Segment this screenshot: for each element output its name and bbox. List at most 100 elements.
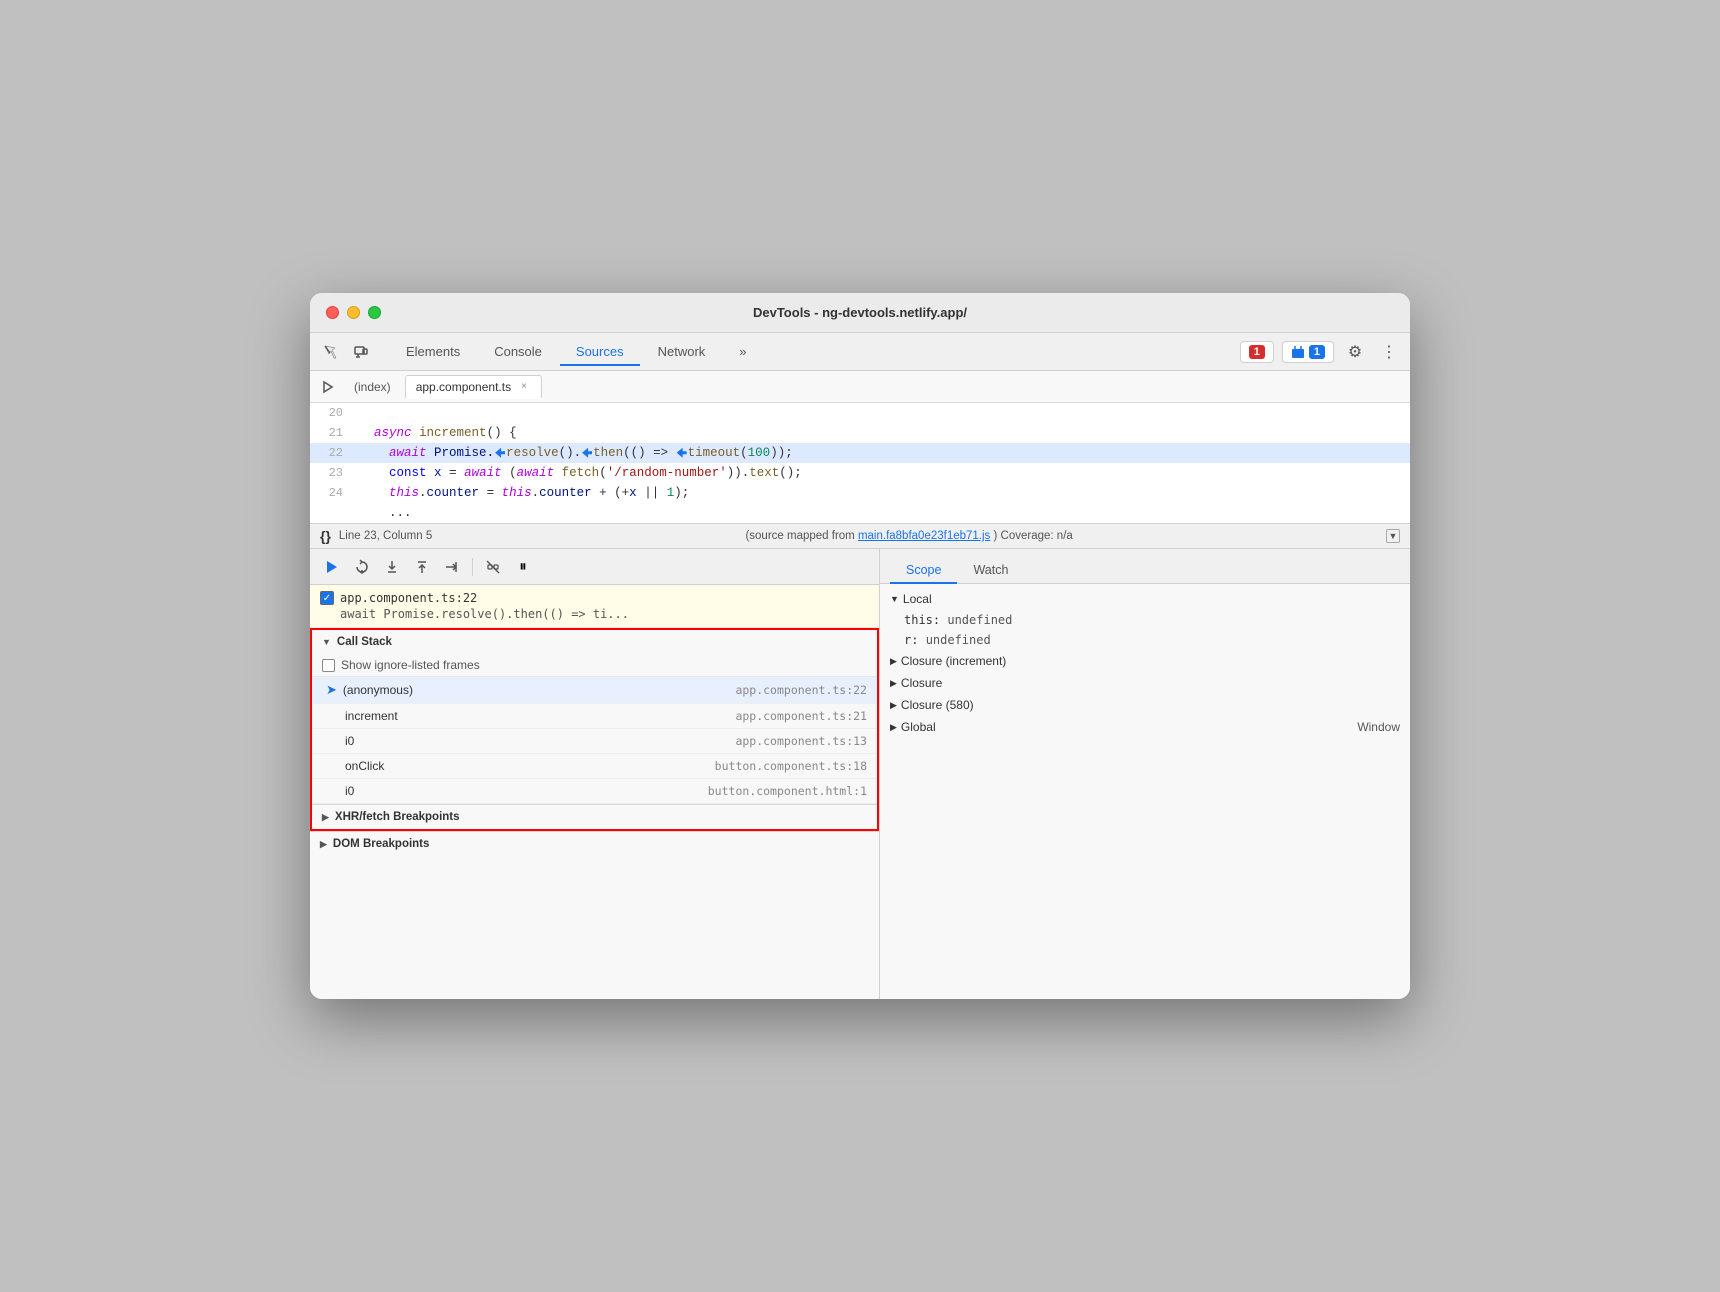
window-title: DevTools - ng-devtools.netlify.app/ [753, 305, 967, 320]
tab-scope[interactable]: Scope [890, 557, 957, 583]
format-icon[interactable]: {} [320, 528, 331, 544]
closure-increment-header[interactable]: ▶ Closure (increment) [880, 650, 1410, 672]
tab-network[interactable]: Network [642, 338, 722, 365]
file-tab-index[interactable]: (index) [344, 376, 401, 398]
dom-breakpoints-label: DOM Breakpoints [333, 838, 430, 850]
breakpoint-filename: app.component.ts:22 [340, 591, 477, 605]
call-stack-label: Call Stack [337, 636, 392, 648]
code-editor: 20 21 async increment() { 22 await Promi… [310, 403, 1410, 523]
source-map-link[interactable]: main.fa8bfa0e23f1eb71.js [858, 530, 990, 542]
global-value: Window [1357, 720, 1400, 734]
xhr-breakpoints-header[interactable]: ▶ XHR/fetch Breakpoints [312, 804, 877, 829]
file-nav-icon[interactable] [318, 376, 340, 398]
call-stack-item-4[interactable]: i0 button.component.html:1 [312, 779, 877, 804]
debug-divider [472, 558, 473, 576]
call-stack-item-1[interactable]: increment app.component.ts:21 [312, 704, 877, 729]
minimize-button[interactable] [347, 306, 360, 319]
deactivate-breakpoints-button[interactable] [481, 555, 505, 579]
more-icon[interactable]: ⋮ [1376, 339, 1402, 365]
scope-key-r: r: [904, 633, 926, 647]
closure-arrow-icon: ▶ [890, 678, 897, 689]
closure-increment-label: Closure (increment) [901, 654, 1006, 668]
tab-watch[interactable]: Watch [957, 557, 1024, 583]
left-panel: ⏸ ✓ app.component.ts:22 await Promise.re… [310, 549, 880, 999]
cs-location-1: app.component.ts:21 [735, 709, 867, 723]
ignore-frames-checkbox[interactable] [322, 659, 335, 672]
global-group[interactable]: ▶ Global Window [880, 716, 1410, 738]
cs-location-3: button.component.ts:18 [715, 759, 867, 773]
status-bar: {} Line 23, Column 5 (source mapped from… [310, 523, 1410, 549]
scope-val-this: undefined [947, 613, 1012, 627]
file-tab-component[interactable]: app.component.ts × [405, 375, 542, 399]
source-map-text: (source mapped from [745, 530, 858, 542]
pause-button[interactable]: ⏸ [511, 555, 535, 579]
error-badge-button[interactable]: 1 [1240, 341, 1274, 363]
cs-location-2: app.component.ts:13 [735, 734, 867, 748]
tab-more[interactable]: » [723, 338, 762, 365]
line-content-21: async increment() { [355, 423, 1410, 443]
step-out-button[interactable] [410, 555, 434, 579]
tab-elements[interactable]: Elements [390, 338, 476, 365]
local-arrow-icon: ▼ [890, 594, 899, 604]
device-icon[interactable] [348, 339, 374, 365]
toolbar-right: 1 1 ⚙ ⋮ [1240, 339, 1402, 365]
scope-val-r: undefined [926, 633, 991, 647]
scope-content: ▼ Local this: undefined r: undefined ▶ C… [880, 584, 1410, 999]
active-frame-icon: ➤ [326, 682, 337, 698]
code-line-22: 22 await Promise.resolve().then(() => ti… [310, 443, 1410, 463]
console-drawer-toggle[interactable]: ▼ [1386, 529, 1400, 543]
call-stack-arrow-icon: ▼ [322, 637, 331, 647]
status-left: {} Line 23, Column 5 [320, 528, 432, 544]
maximize-button[interactable] [368, 306, 381, 319]
xhr-arrow-icon: ▶ [322, 812, 329, 823]
call-stack-item-2[interactable]: i0 app.component.ts:13 [312, 729, 877, 754]
step-over-button[interactable] [350, 555, 374, 579]
code-line-20: 20 [310, 403, 1410, 423]
line-number-21: 21 [310, 423, 355, 443]
closure-580-arrow-icon: ▶ [890, 700, 897, 711]
line-content-24: this.counter = this.counter + (+x || 1); [355, 483, 1410, 503]
step-button[interactable] [440, 555, 464, 579]
closure-header[interactable]: ▶ Closure [880, 672, 1410, 694]
scope-key-this: this: [904, 613, 947, 627]
xhr-breakpoints-label: XHR/fetch Breakpoints [335, 811, 460, 823]
debug-toolbar: ⏸ [310, 549, 879, 585]
closure-580-label: Closure (580) [901, 698, 974, 712]
status-middle: (source mapped from main.fa8bfa0e23f1eb7… [448, 530, 1370, 542]
line-number-20: 20 [310, 403, 355, 423]
ignore-frames-row: Show ignore-listed frames [312, 654, 877, 677]
info-badge-button[interactable]: 1 [1282, 341, 1334, 363]
tab-console[interactable]: Console [478, 338, 558, 365]
settings-icon[interactable]: ⚙ [1342, 339, 1368, 365]
inspect-icon[interactable] [318, 339, 344, 365]
breakpoint-checkbox[interactable]: ✓ [320, 591, 334, 605]
global-arrow-icon: ▶ [890, 722, 897, 733]
line-content-25: ... [355, 503, 1410, 523]
close-button[interactable] [326, 306, 339, 319]
traffic-lights [326, 306, 381, 319]
call-stack-section-header[interactable]: ▼ Call Stack [312, 630, 877, 654]
scope-item-r: r: undefined [880, 630, 1410, 650]
resume-button[interactable] [320, 555, 344, 579]
call-stack-item-3[interactable]: onClick button.component.ts:18 [312, 754, 877, 779]
code-line-24: 24 this.counter = this.counter + (+x || … [310, 483, 1410, 503]
check-icon: ✓ [323, 593, 331, 604]
cs-location-0: app.component.ts:22 [735, 683, 867, 697]
error-count: 1 [1249, 345, 1265, 359]
dom-breakpoints-header[interactable]: ▶ DOM Breakpoints [310, 831, 879, 856]
closure-label: Closure [901, 676, 942, 690]
tab-sources[interactable]: Sources [560, 338, 640, 365]
line-content-22: await Promise.resolve().then(() => timeo… [355, 443, 1410, 463]
call-stack-item-0[interactable]: ➤ (anonymous) app.component.ts:22 [312, 677, 877, 704]
main-toolbar: Elements Console Sources Network » 1 1 ⚙… [310, 333, 1410, 371]
code-line-25: ... [310, 503, 1410, 523]
closure-increment-arrow-icon: ▶ [890, 656, 897, 667]
file-tab-close-icon[interactable]: × [517, 380, 531, 394]
local-group-header[interactable]: ▼ Local [880, 588, 1410, 610]
cs-name-2: i0 [326, 734, 735, 748]
cs-name-3: onClick [326, 759, 715, 773]
scope-tabs: Scope Watch [880, 549, 1410, 584]
step-into-button[interactable] [380, 555, 404, 579]
breakpoint-header: ✓ app.component.ts:22 [320, 591, 869, 605]
closure-580-header[interactable]: ▶ Closure (580) [880, 694, 1410, 716]
